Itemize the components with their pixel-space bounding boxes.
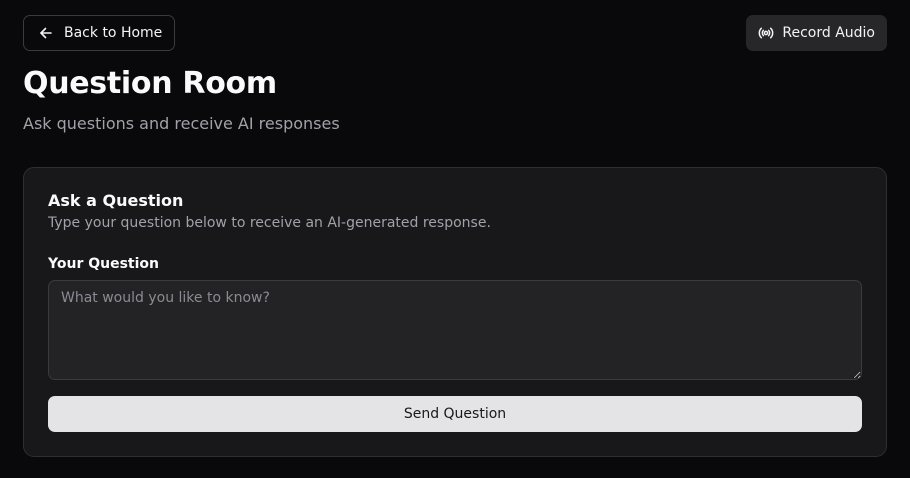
back-to-home-button[interactable]: Back to Home xyxy=(23,15,176,51)
send-question-button[interactable]: Send Question xyxy=(48,396,862,432)
card-description: Type your question below to receive an A… xyxy=(48,215,491,231)
back-to-home-label: Back to Home xyxy=(64,25,163,41)
record-audio-label: Record Audio xyxy=(782,25,875,41)
question-field-label: Your Question xyxy=(48,256,159,272)
arrow-left-icon xyxy=(38,25,54,41)
question-input[interactable] xyxy=(48,280,862,380)
page-subtitle: Ask questions and receive AI responses xyxy=(23,114,340,133)
radio-broadcast-icon xyxy=(758,25,774,41)
record-audio-button[interactable]: Record Audio xyxy=(746,15,887,51)
page-title: Question Room xyxy=(23,66,277,101)
ask-question-card: Ask a Question Type your question below … xyxy=(23,167,887,457)
question-room-page: Back to Home Record Audio Question Room … xyxy=(0,0,910,478)
card-title: Ask a Question xyxy=(48,191,184,210)
